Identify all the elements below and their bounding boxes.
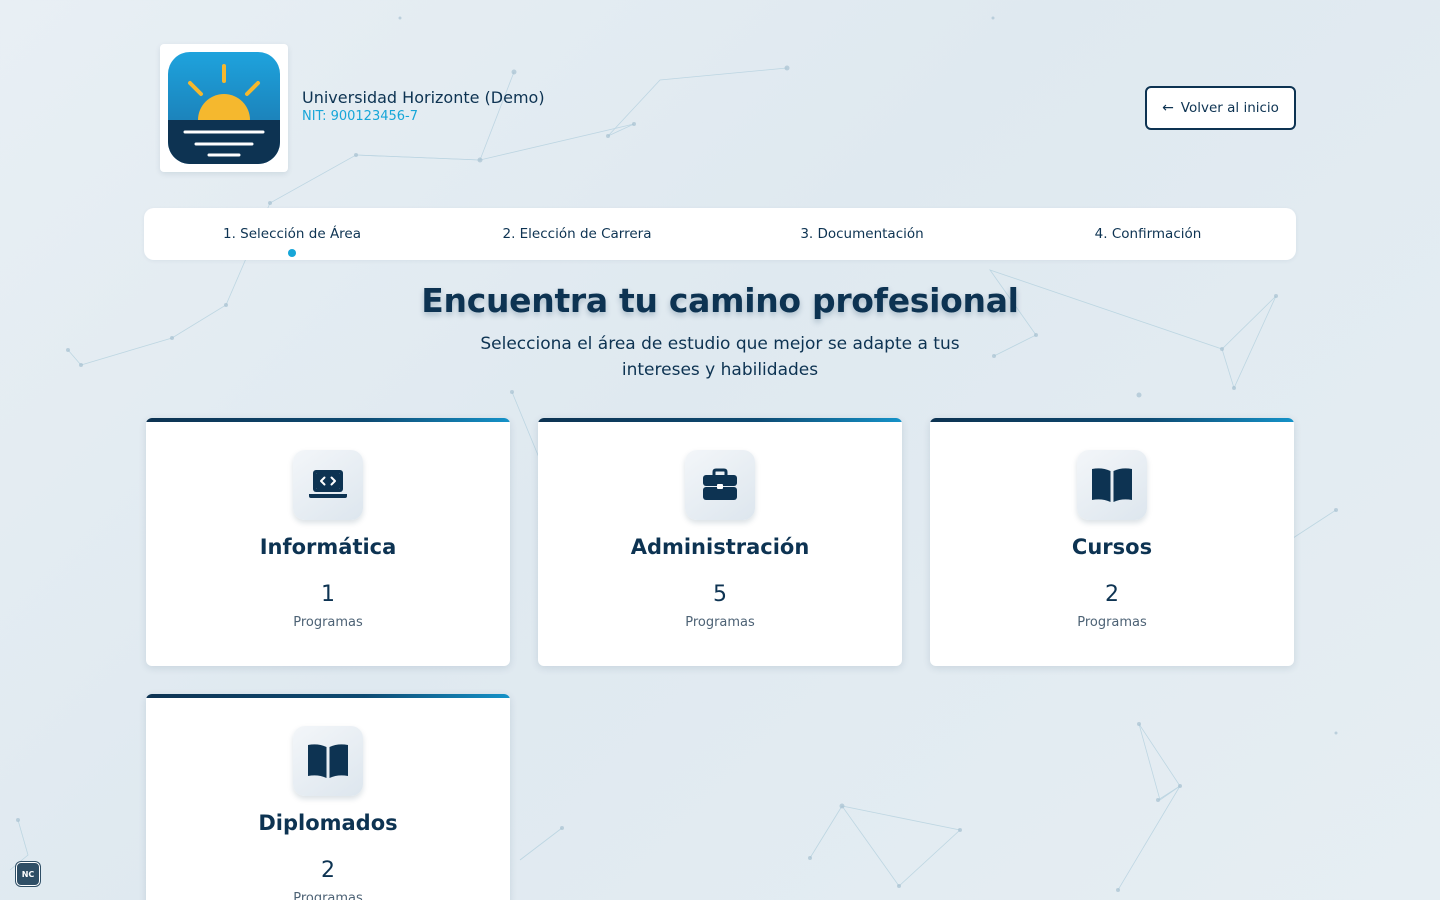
step-documentation[interactable]: 3. Documentación bbox=[800, 226, 923, 242]
step-career-choice[interactable]: 2. Elección de Carrera bbox=[502, 226, 651, 242]
progress-steps: 1. Selección de Área 2. Elección de Carr… bbox=[144, 208, 1296, 260]
briefcase-icon bbox=[685, 450, 755, 520]
back-to-home-button[interactable]: ← Volver al inicio bbox=[1145, 86, 1296, 130]
area-title: Cursos bbox=[1071, 535, 1153, 559]
active-step-indicator bbox=[288, 249, 296, 257]
step-area-selection[interactable]: 1. Selección de Área bbox=[223, 226, 361, 242]
institution-nit: NIT: 900123456-7 bbox=[302, 109, 418, 124]
area-card-administracion[interactable]: Administración 5 Programas bbox=[538, 418, 902, 666]
page-subtitle: Selecciona el área de estudio que mejor … bbox=[480, 334, 960, 380]
program-count-label: Programas bbox=[1077, 615, 1147, 630]
nc-badge[interactable]: NC bbox=[16, 862, 40, 886]
area-title: Informática bbox=[259, 535, 397, 559]
institution-name: Universidad Horizonte (Demo) bbox=[302, 88, 545, 107]
program-count-label: Programas bbox=[293, 891, 363, 900]
sunrise-logo-icon bbox=[168, 52, 280, 164]
program-count: 5 bbox=[713, 582, 727, 607]
laptop-code-icon bbox=[293, 450, 363, 520]
area-title: Diplomados bbox=[258, 811, 398, 835]
area-title: Administración bbox=[630, 535, 810, 559]
program-count-label: Programas bbox=[685, 615, 755, 630]
area-card-diplomados[interactable]: Diplomados 2 Programas bbox=[146, 694, 510, 900]
area-card-informatica[interactable]: Informática 1 Programas bbox=[146, 418, 510, 666]
arrow-left-icon: ← bbox=[1162, 100, 1174, 116]
step-confirmation[interactable]: 4. Confirmación bbox=[1095, 226, 1202, 242]
program-count: 2 bbox=[1105, 582, 1119, 607]
program-count: 2 bbox=[321, 858, 335, 883]
program-count: 1 bbox=[321, 582, 335, 607]
back-button-label: Volver al inicio bbox=[1180, 100, 1279, 116]
open-book-icon bbox=[293, 726, 363, 796]
page-title: Encuentra tu camino profesional bbox=[421, 281, 1019, 320]
area-card-cursos[interactable]: Cursos 2 Programas bbox=[930, 418, 1294, 666]
institution-logo bbox=[160, 44, 288, 172]
open-book-icon bbox=[1077, 450, 1147, 520]
program-count-label: Programas bbox=[293, 615, 363, 630]
